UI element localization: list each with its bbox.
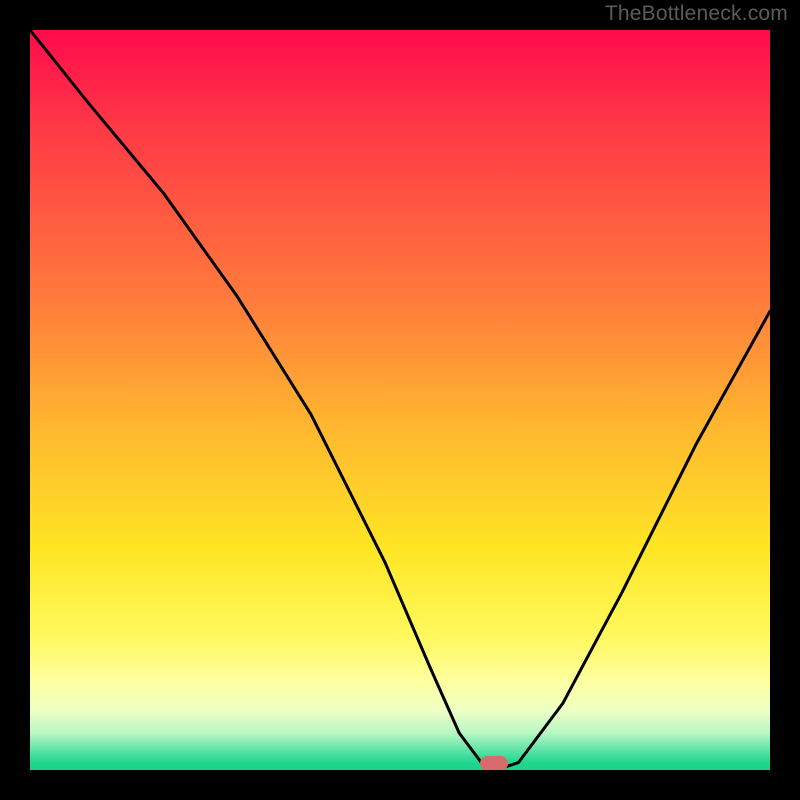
optimal-marker <box>480 756 508 770</box>
chart-container: TheBottleneck.com <box>0 0 800 800</box>
curve-path <box>30 30 770 770</box>
watermark-text: TheBottleneck.com <box>605 2 788 26</box>
plot-area <box>30 30 770 770</box>
bottleneck-curve <box>30 30 770 770</box>
